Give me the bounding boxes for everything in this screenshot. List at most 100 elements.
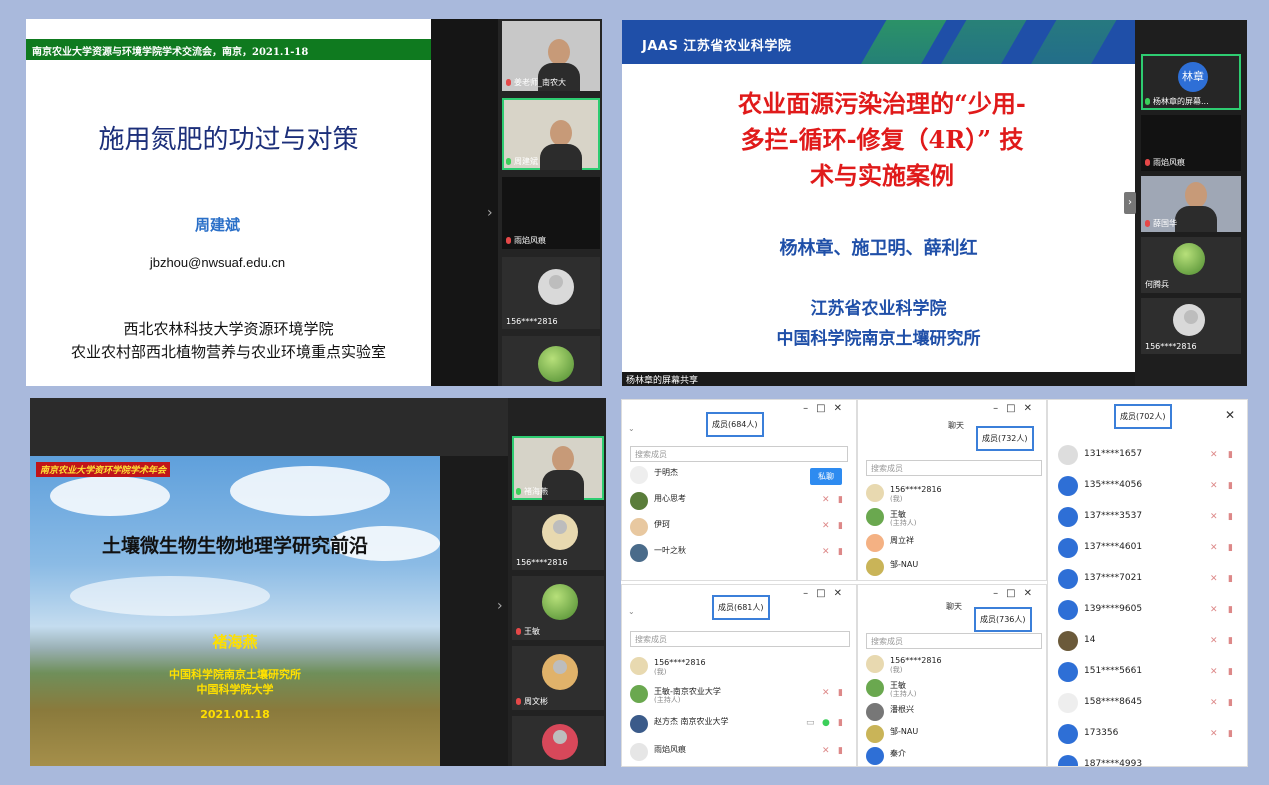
list-item[interactable]: 邹-NAU (858, 556, 1046, 578)
list-item[interactable]: 雨焰风痕 ✕ ▮ (622, 741, 856, 763)
list-item[interactable]: 137****7021 ✕ ▮ (1048, 564, 1247, 595)
member-name: 于明杰 (654, 468, 678, 477)
mic-off-icon[interactable]: ✕ (1210, 481, 1219, 491)
mic-on-icon[interactable]: ● (822, 718, 831, 728)
camera-off-icon[interactable]: ▮ (838, 521, 847, 531)
mic-off-icon[interactable]: ✕ (822, 547, 831, 557)
list-item[interactable]: 137****3537 ✕ ▮ (1048, 502, 1247, 533)
search-input[interactable]: 搜索成员 (630, 631, 850, 647)
slide-institution: 中国科学院南京土壤研究所 (169, 668, 301, 681)
list-item[interactable]: 王敏-南京农业大学 (主持人) ✕ ▮ (622, 683, 856, 705)
participant-video (542, 446, 584, 500)
list-item[interactable]: 139****9605 ✕ ▮ (1048, 595, 1247, 626)
list-item[interactable]: 伊珂 ✕ ▮ (622, 516, 856, 538)
list-item[interactable]: 131****1657 ✕ ▮ (1048, 440, 1247, 471)
expand-arrow-icon[interactable]: › (497, 598, 503, 614)
video-tile[interactable]: 雨焰风痕 (502, 177, 600, 249)
window-controls-icon[interactable]: –□✕ (993, 403, 1040, 414)
list-item[interactable]: 王敏 (主持人) (858, 677, 1046, 699)
video-tile[interactable] (512, 716, 604, 766)
camera-off-icon[interactable]: ▮ (1228, 729, 1237, 739)
mic-off-icon[interactable]: ✕ (1210, 512, 1219, 522)
camera-off-icon[interactable]: ▮ (838, 688, 847, 698)
camera-off-icon[interactable]: ▮ (1228, 698, 1237, 708)
mic-off-icon[interactable]: ✕ (1210, 605, 1219, 615)
camera-off-icon[interactable]: ▮ (838, 746, 847, 756)
chat-tab[interactable]: 聊天 (948, 420, 964, 431)
mic-off-icon[interactable]: ✕ (822, 746, 831, 756)
video-tile[interactable]: 156****2816 (512, 506, 604, 570)
mic-off-icon[interactable]: ✕ (1210, 450, 1219, 460)
list-item[interactable]: 173356 ✕ ▮ (1048, 719, 1247, 750)
window-controls-icon[interactable]: –□✕ (993, 588, 1040, 599)
video-tile[interactable]: 姜老师_南农大 (502, 21, 600, 91)
list-item[interactable]: 137****4601 ✕ ▮ (1048, 533, 1247, 564)
list-item[interactable]: 151****5661 ✕ ▮ (1048, 657, 1247, 688)
chevron-down-icon[interactable]: ⌄ (628, 424, 635, 433)
list-item[interactable]: 用心思考 ✕ ▮ (622, 490, 856, 512)
search-input[interactable]: 搜索成员 (866, 460, 1042, 476)
list-item[interactable]: 王敏 (主持人) (858, 506, 1046, 528)
video-tile[interactable] (502, 336, 600, 386)
camera-off-icon[interactable]: ▮ (1228, 481, 1237, 491)
video-tile[interactable]: 褚海燕 (512, 436, 604, 500)
mic-off-icon[interactable]: ✕ (1210, 636, 1219, 646)
mic-off-icon[interactable]: ✕ (822, 521, 831, 531)
video-tile[interactable]: 雨焰风痕 (1141, 115, 1241, 171)
mic-off-icon[interactable]: ✕ (1210, 729, 1219, 739)
video-tile[interactable]: 156****2816 (1141, 298, 1241, 354)
list-item[interactable]: 潘根兴 (858, 701, 1046, 723)
member-name: 137****4601 (1084, 542, 1143, 552)
list-item[interactable]: 邹-NAU (858, 723, 1046, 745)
camera-off-icon[interactable]: ▮ (1228, 512, 1237, 522)
mic-on-icon (1145, 98, 1150, 105)
list-item[interactable]: 14 ✕ ▮ (1048, 626, 1247, 657)
video-tile[interactable]: 薛国华 (1141, 176, 1241, 232)
video-tile[interactable]: 156****2816 (502, 257, 600, 329)
list-item[interactable]: 187****4993 (1048, 750, 1247, 766)
video-tile[interactable]: 何腾兵 (1141, 237, 1241, 293)
video-tile[interactable]: 王敏 (512, 576, 604, 640)
camera-off-icon[interactable]: ▮ (838, 495, 847, 505)
private-chat-button[interactable]: 私聊 (810, 468, 842, 485)
list-item[interactable]: 156****2816 (我) (622, 655, 856, 677)
list-item[interactable]: 赵方杰 南京农业大学 ▭ ● ▮ (622, 713, 856, 735)
chat-tab[interactable]: 聊天 (946, 601, 962, 612)
list-item[interactable]: 一叶之秋 ✕ ▮ (622, 542, 856, 564)
camera-off-icon[interactable]: ▮ (1228, 636, 1237, 646)
video-tile[interactable]: 周建斌 (502, 98, 600, 170)
expand-arrow-icon[interactable]: › (487, 205, 493, 221)
camera-off-icon[interactable]: ▮ (1228, 605, 1237, 615)
list-item[interactable]: 周立祥 (858, 532, 1046, 554)
window-controls-icon[interactable]: –□✕ (803, 588, 850, 599)
video-tile[interactable]: 周文彬 (512, 646, 604, 710)
list-item[interactable]: 于明杰 私聊 (622, 464, 856, 486)
mic-off-icon[interactable]: ✕ (1210, 698, 1219, 708)
list-item[interactable]: 156****2816 (我) (858, 653, 1046, 675)
camera-off-icon[interactable]: ▮ (838, 718, 847, 728)
search-input[interactable]: 搜索成员 (630, 446, 848, 462)
camera-off-icon[interactable]: ▮ (1228, 450, 1237, 460)
list-item[interactable]: 156****2816 (我) (858, 482, 1046, 504)
avatar (1058, 445, 1078, 465)
member-name: 158****8645 (1084, 697, 1143, 707)
list-item[interactable]: 秦介 (858, 745, 1046, 766)
mic-off-icon[interactable]: ✕ (1210, 574, 1219, 584)
camera-off-icon[interactable]: ▮ (838, 547, 847, 557)
screen-share-icon[interactable]: ▭ (806, 718, 815, 728)
camera-off-icon[interactable]: ▮ (1228, 667, 1237, 677)
chevron-down-icon[interactable]: ⌄ (628, 607, 635, 616)
close-icon[interactable]: ✕ (1225, 408, 1235, 422)
search-input[interactable]: 搜索成员 (866, 633, 1042, 649)
list-item[interactable]: 158****8645 ✕ ▮ (1048, 688, 1247, 719)
mic-off-icon[interactable]: ✕ (1210, 667, 1219, 677)
mic-off-icon[interactable]: ✕ (1210, 543, 1219, 553)
mic-off-icon[interactable]: ✕ (822, 688, 831, 698)
video-tile[interactable]: 林章 杨林章的屏幕... (1141, 54, 1241, 110)
camera-off-icon[interactable]: ▮ (1228, 574, 1237, 584)
collapse-handle-icon[interactable]: › (1124, 192, 1136, 214)
window-controls-icon[interactable]: –□✕ (803, 403, 850, 414)
camera-off-icon[interactable]: ▮ (1228, 543, 1237, 553)
list-item[interactable]: 135****4056 ✕ ▮ (1048, 471, 1247, 502)
mic-off-icon[interactable]: ✕ (822, 495, 831, 505)
